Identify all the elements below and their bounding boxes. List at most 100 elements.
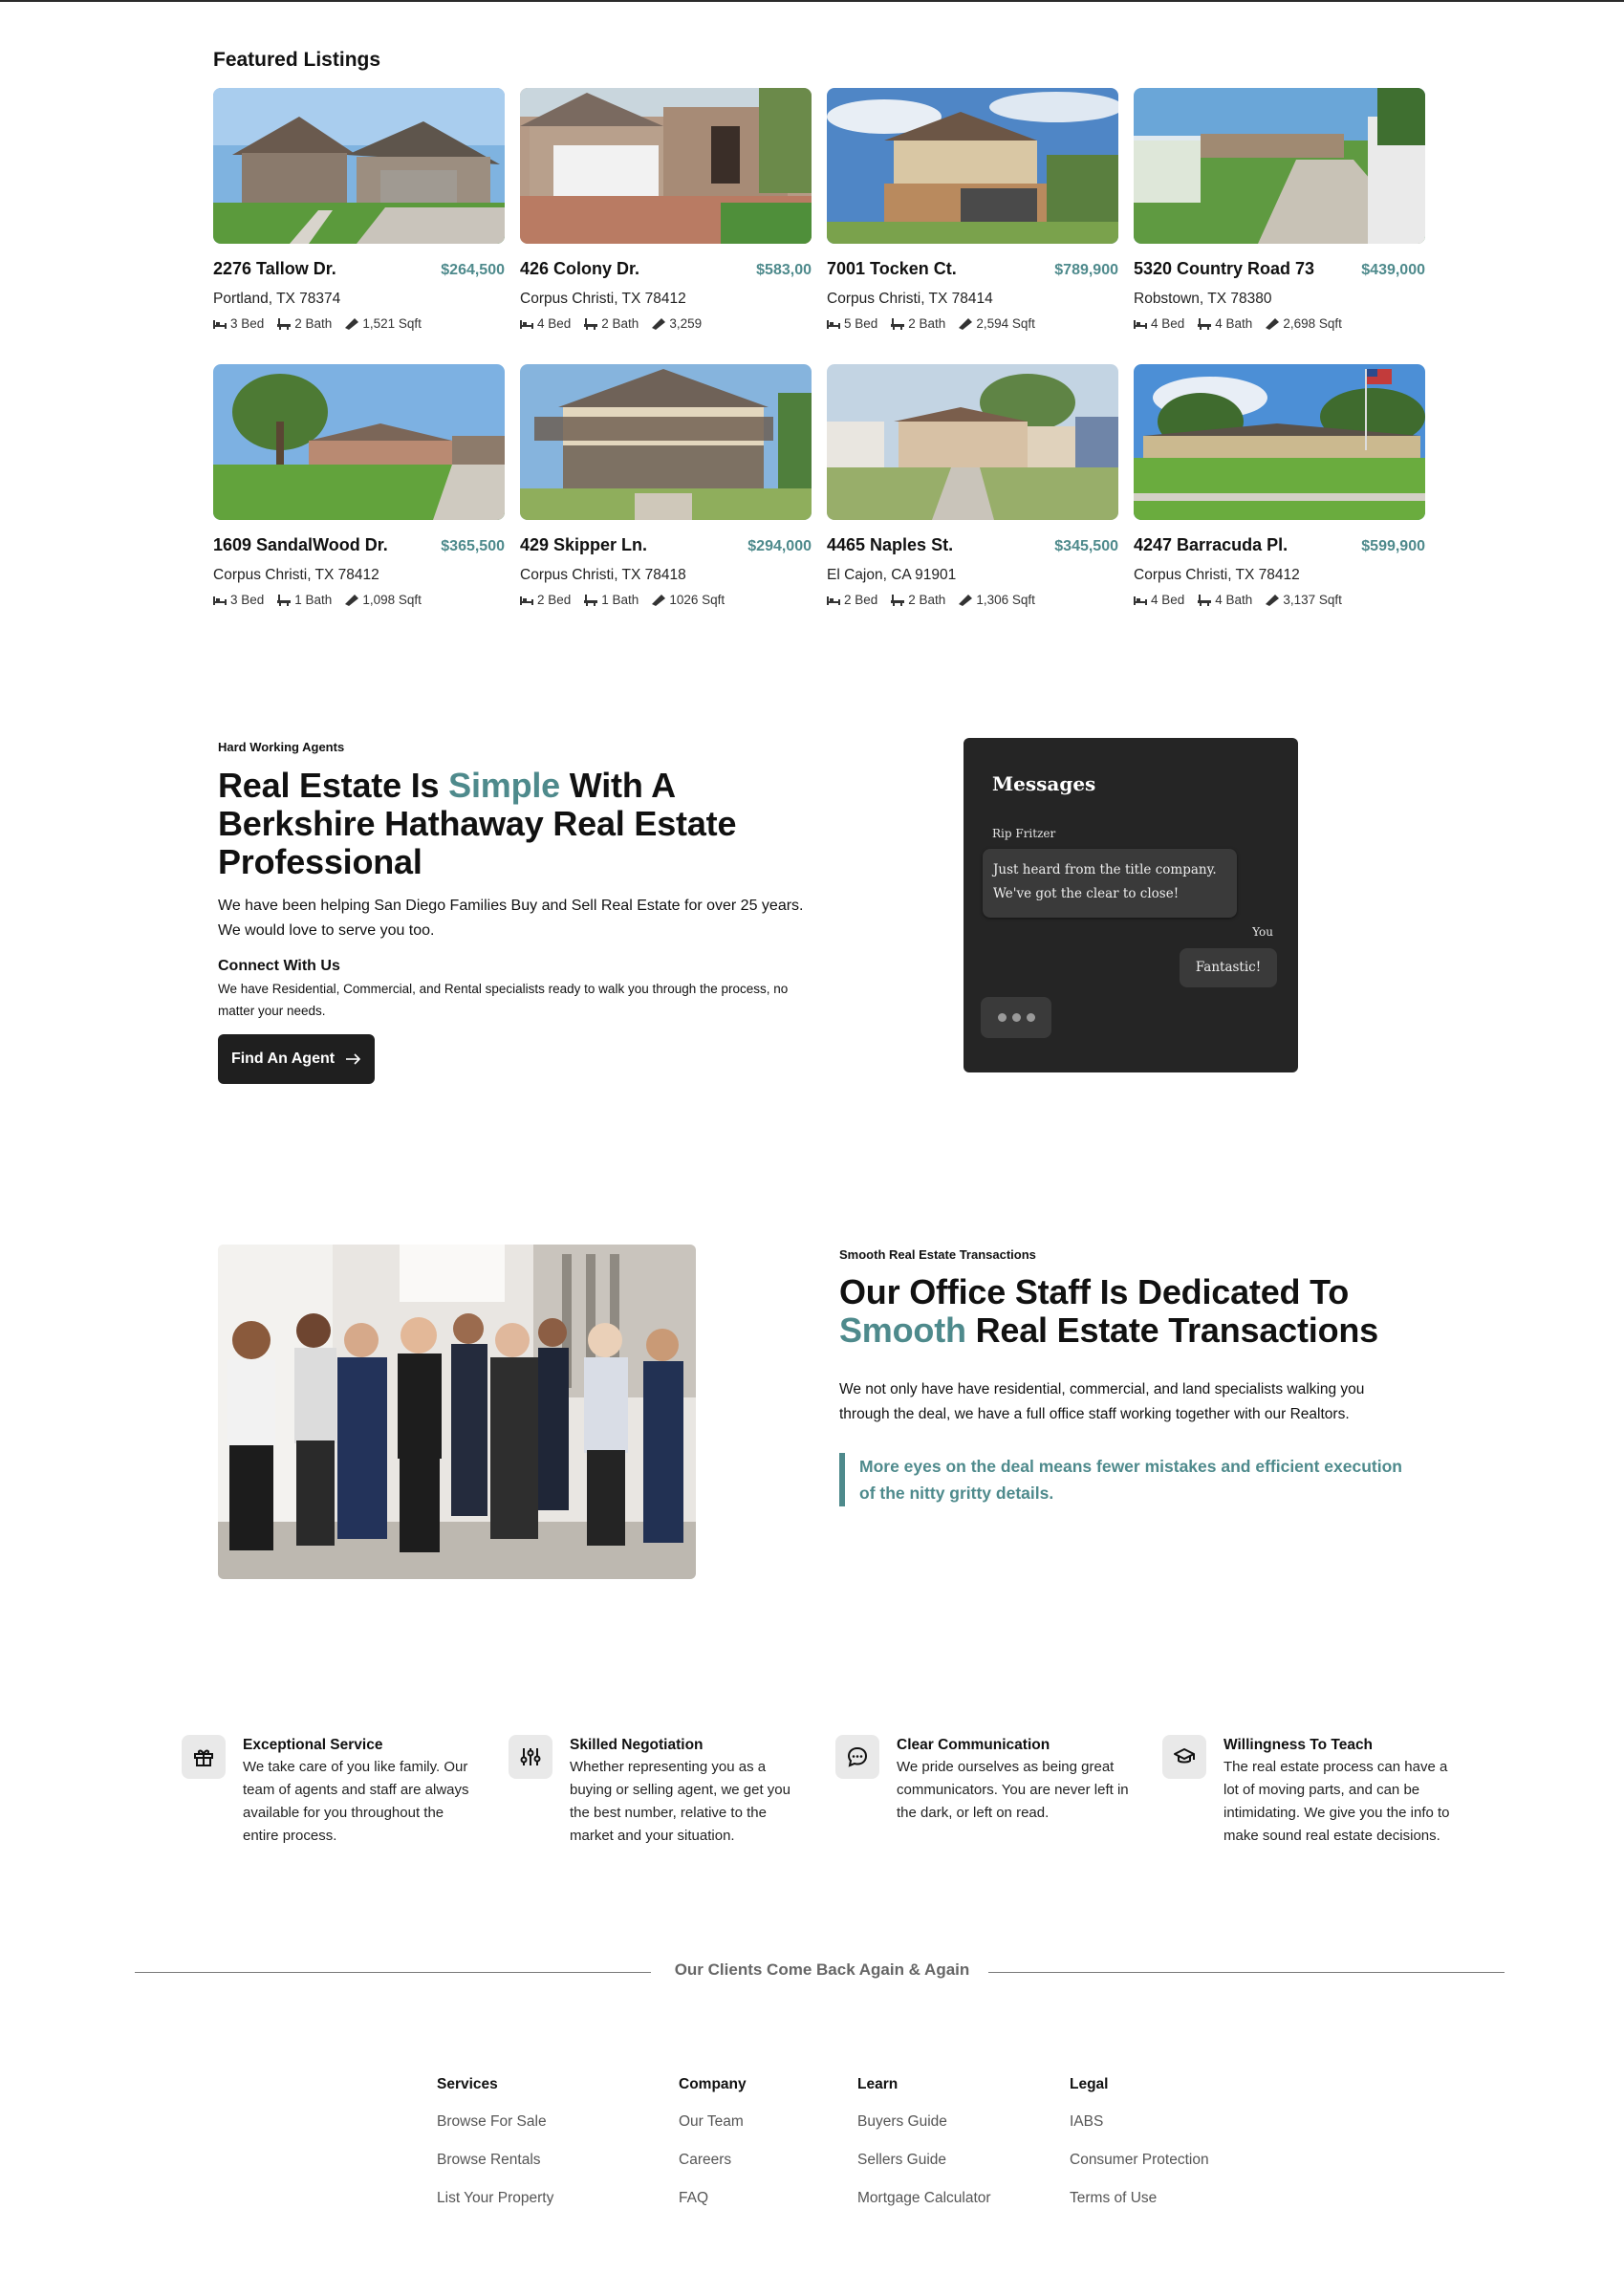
listing-city: Portland, TX 78374 xyxy=(213,291,341,307)
listing-baths: 4 Bath xyxy=(1215,593,1253,607)
message-sender: Rip Fritzer xyxy=(992,827,1056,840)
listing-sqft: 1,521 Sqft xyxy=(362,316,422,331)
listing-card[interactable]: 1609 SandalWood Dr. $365,500 Corpus Chris… xyxy=(213,364,505,617)
listing-address[interactable]: 429 Skipper Ln. xyxy=(520,535,647,555)
footer-link[interactable]: Consumer Protection xyxy=(1070,2151,1209,2189)
footer-col-learn: Learn Buyers Guide Sellers Guide Mortgag… xyxy=(857,2076,991,2227)
listing-address[interactable]: 4247 Barracuda Pl. xyxy=(1134,535,1288,555)
footer-link[interactable]: Our Team xyxy=(679,2112,747,2151)
feature-text: We pride ourselves as being great commun… xyxy=(897,1759,1129,1821)
footer-link[interactable]: Browse Rentals xyxy=(437,2151,553,2189)
listing-sqft: 3,137 Sqft xyxy=(1283,593,1342,607)
listing-card[interactable]: 2276 Tallow Dr. $264,500 Portland, TX 783… xyxy=(213,88,505,340)
connect-text: We have Residential, Commercial, and Ren… xyxy=(218,982,789,1018)
listing-photo[interactable] xyxy=(827,364,1118,520)
feature-text: Whether representing you as a buying or … xyxy=(570,1759,790,1844)
listing-card[interactable]: 426 Colony Dr. $583,00 Corpus Christi, TX… xyxy=(520,88,812,340)
bed-icon xyxy=(1134,596,1147,605)
listing-card[interactable]: 4465 Naples St. $345,500 El Cajon, CA 919… xyxy=(827,364,1118,617)
listing-photo[interactable] xyxy=(213,88,505,244)
listing-sqft: 1026 Sqft xyxy=(669,593,725,607)
messages-title: Messages xyxy=(992,772,1096,795)
listing-baths: 4 Bath xyxy=(1215,316,1253,331)
listing-card[interactable]: 4247 Barracuda Pl. $599,900 Corpus Christ… xyxy=(1134,364,1425,617)
listing-card[interactable]: 7001 Tocken Ct. $789,900 Corpus Christi, … xyxy=(827,88,1118,340)
clients-divider-text: Our Clients Come Back Again & Again xyxy=(674,1960,970,1979)
staff-eyebrow: Smooth Real Estate Transactions xyxy=(839,1247,1036,1262)
find-agent-button[interactable]: Find An Agent xyxy=(218,1034,375,1084)
listing-photo[interactable] xyxy=(213,364,505,520)
connect-title: Connect With Us xyxy=(218,958,340,974)
listing-beds: 4 Bed xyxy=(1151,593,1185,607)
staff-team-photo xyxy=(218,1245,696,1579)
listing-price: $789,900 xyxy=(1054,262,1118,278)
feature-text: The real estate process can have a lot o… xyxy=(1223,1759,1450,1844)
listing-sqft: 3,259 xyxy=(669,316,703,331)
footer-col-company: Company Our Team Careers FAQ xyxy=(679,2076,747,2227)
messages-mockup: Messages Rip Fritzer Just heard from the… xyxy=(964,738,1298,1072)
listing-photo[interactable] xyxy=(1134,364,1425,520)
footer-link[interactable]: List Your Property xyxy=(437,2189,553,2227)
listing-beds: 3 Bed xyxy=(230,593,265,607)
listing-baths: 2 Bath xyxy=(908,316,946,331)
bath-icon xyxy=(891,594,905,606)
bath-icon xyxy=(891,317,905,330)
ruler-icon xyxy=(345,317,359,330)
listing-card[interactable]: 5320 Country Road 73 $439,000 Robstown, T… xyxy=(1134,88,1425,340)
footer-link[interactable]: FAQ xyxy=(679,2189,747,2227)
staff-heading-accent: Smooth xyxy=(839,1310,966,1350)
listing-address[interactable]: 426 Colony Dr. xyxy=(520,259,639,279)
footer-col-title: Services xyxy=(437,2076,498,2092)
listing-baths: 2 Bath xyxy=(601,316,639,331)
bath-icon xyxy=(1198,594,1212,606)
listing-photo[interactable] xyxy=(520,364,812,520)
listing-baths: 2 Bath xyxy=(294,316,333,331)
listing-card[interactable]: 429 Skipper Ln. $294,000 Corpus Christi, … xyxy=(520,364,812,617)
listing-sqft: 1,306 Sqft xyxy=(976,593,1035,607)
staff-quote: More eyes on the deal means fewer mistak… xyxy=(839,1453,1413,1506)
listing-price: $294,000 xyxy=(747,538,812,554)
listing-beds: 3 Bed xyxy=(230,316,265,331)
chat-icon xyxy=(835,1735,879,1779)
listing-price: $365,500 xyxy=(441,538,505,554)
footer-link[interactable]: Terms of Use xyxy=(1070,2189,1209,2227)
footer-link[interactable]: Browse For Sale xyxy=(437,2112,553,2151)
listing-address[interactable]: 5320 Country Road 73 xyxy=(1134,259,1314,279)
listing-city: El Cajon, CA 91901 xyxy=(827,567,957,583)
bed-icon xyxy=(827,596,840,605)
listing-photo[interactable] xyxy=(520,88,812,244)
divider-line-left xyxy=(135,1972,651,1973)
footer-col-title: Learn xyxy=(857,2076,899,2092)
footer-link[interactable]: Buyers Guide xyxy=(857,2112,991,2151)
listing-baths: 1 Bath xyxy=(294,593,333,607)
bed-icon xyxy=(520,319,533,329)
feature-title: Skilled Negotiation xyxy=(570,1737,704,1753)
graduation-cap-icon xyxy=(1162,1735,1206,1779)
listing-address[interactable]: 4465 Naples St. xyxy=(827,535,953,555)
footer-link[interactable]: IABS xyxy=(1070,2112,1209,2151)
listing-address[interactable]: 1609 SandalWood Dr. xyxy=(213,535,388,555)
ruler-icon xyxy=(1266,594,1280,606)
feature-text: We take care of you like family. Our tea… xyxy=(243,1759,469,1844)
listing-price: $264,500 xyxy=(441,262,505,278)
footer-col-title: Legal xyxy=(1070,2076,1109,2092)
listing-photo[interactable] xyxy=(827,88,1118,244)
footer-link[interactable]: Mortgage Calculator xyxy=(857,2189,991,2227)
listing-address[interactable]: 7001 Tocken Ct. xyxy=(827,259,957,279)
listing-city: Corpus Christi, TX 78412 xyxy=(520,291,686,307)
listing-photo[interactable] xyxy=(1134,88,1425,244)
bed-icon xyxy=(213,596,227,605)
footer-link[interactable]: Careers xyxy=(679,2151,747,2189)
listing-city: Corpus Christi, TX 78412 xyxy=(213,567,379,583)
footer-col-title: Company xyxy=(679,2076,747,2092)
footer-col-services: Services Browse For Sale Browse Rentals … xyxy=(437,2076,553,2227)
listing-baths: 1 Bath xyxy=(601,593,639,607)
listing-city: Robstown, TX 78380 xyxy=(1134,291,1272,307)
bath-icon xyxy=(1198,317,1212,330)
listing-beds: 4 Bed xyxy=(537,316,572,331)
listing-price: $439,000 xyxy=(1361,262,1425,278)
footer-link[interactable]: Sellers Guide xyxy=(857,2151,991,2189)
listing-address[interactable]: 2276 Tallow Dr. xyxy=(213,259,336,279)
typing-dot xyxy=(1026,1013,1035,1022)
find-agent-label: Find An Agent xyxy=(230,1050,336,1067)
